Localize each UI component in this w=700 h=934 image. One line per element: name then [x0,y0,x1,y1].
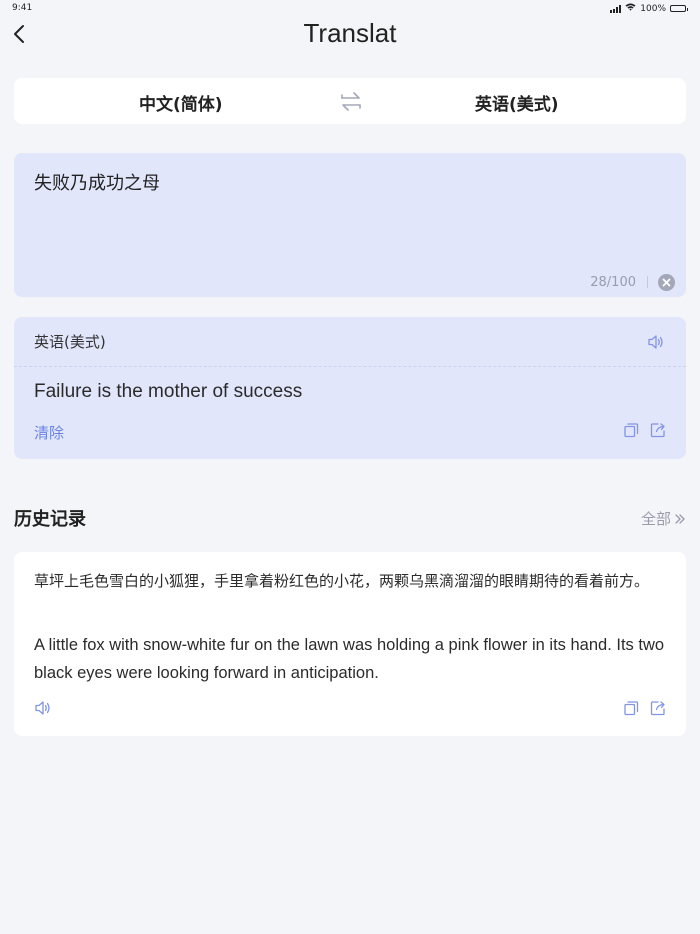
source-input-panel: 失败乃成功之母 28/100 [14,153,686,297]
share-icon [650,423,665,438]
translation-result-panel: 英语(美式) Failure is the mother of success … [14,317,686,459]
translation-text: Failure is the mother of success [34,381,303,402]
view-all-label: 全部 [640,510,671,528]
character-count: 28/100 [590,275,636,290]
battery-icon [670,5,688,12]
view-all-history-button[interactable]: 全部 [641,508,686,529]
share-translation-button[interactable] [649,421,667,439]
result-language-label: 英语(美式) [34,333,106,351]
copy-history-button[interactable] [622,699,640,717]
share-icon [650,701,665,716]
clear-input-button[interactable] [658,274,675,291]
copy-translation-button[interactable] [622,421,640,439]
share-history-button[interactable] [649,699,667,717]
page-title: Translat [303,18,397,48]
double-chevron-right-icon [675,513,685,524]
history-item[interactable]: 草坪上毛色雪白的小狐狸，手里拿着粉红色的小花，两颗乌黑滴溜溜的眼睛期待的看着前方… [14,552,686,736]
count-divider [647,276,648,288]
target-language-button[interactable]: 英语(美式) [475,90,559,115]
speaker-icon [35,701,50,715]
result-divider [14,366,686,367]
speaker-icon [648,335,663,349]
history-title: 历史记录 [14,509,86,530]
swap-languages-button[interactable] [339,88,363,114]
close-circle-icon [662,278,671,287]
status-time: 9:41 [12,3,33,13]
battery-percent: 100% [640,3,666,14]
copy-icon [624,701,639,716]
source-text-input[interactable]: 失败乃成功之母 [34,169,654,195]
language-bar: 中文(简体) 英语(美式) [14,78,686,124]
clear-button[interactable]: 清除 [34,422,64,443]
history-translation-text: A little fox with snow-white fur on the … [34,636,665,682]
status-indicators: 100% [610,3,688,14]
history-source-text: 草坪上毛色雪白的小狐狸，手里拿着粉红色的小花，两颗乌黑滴溜溜的眼睛期待的看着前方… [34,572,650,590]
source-language-button[interactable]: 中文(简体) [139,90,223,115]
swap-icon [341,92,361,111]
play-translation-button[interactable] [647,333,665,351]
wifi-icon [625,3,636,14]
play-history-button[interactable] [34,699,52,717]
status-bar: 9:41 100% [0,0,700,16]
signal-icon [610,4,622,13]
copy-icon [624,423,639,438]
